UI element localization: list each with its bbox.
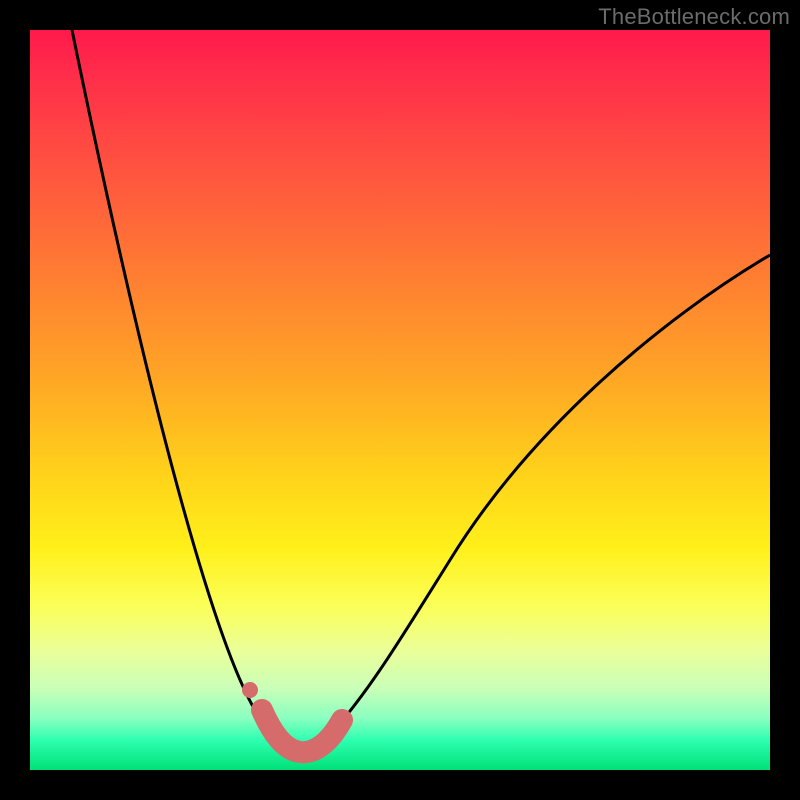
highlight-segment [262,710,342,752]
highlight-dot [242,682,258,698]
chart-svg [30,30,770,770]
bottleneck-curve [72,30,770,749]
watermark-text: TheBottleneck.com [598,4,790,30]
chart-plot-area [30,30,770,770]
